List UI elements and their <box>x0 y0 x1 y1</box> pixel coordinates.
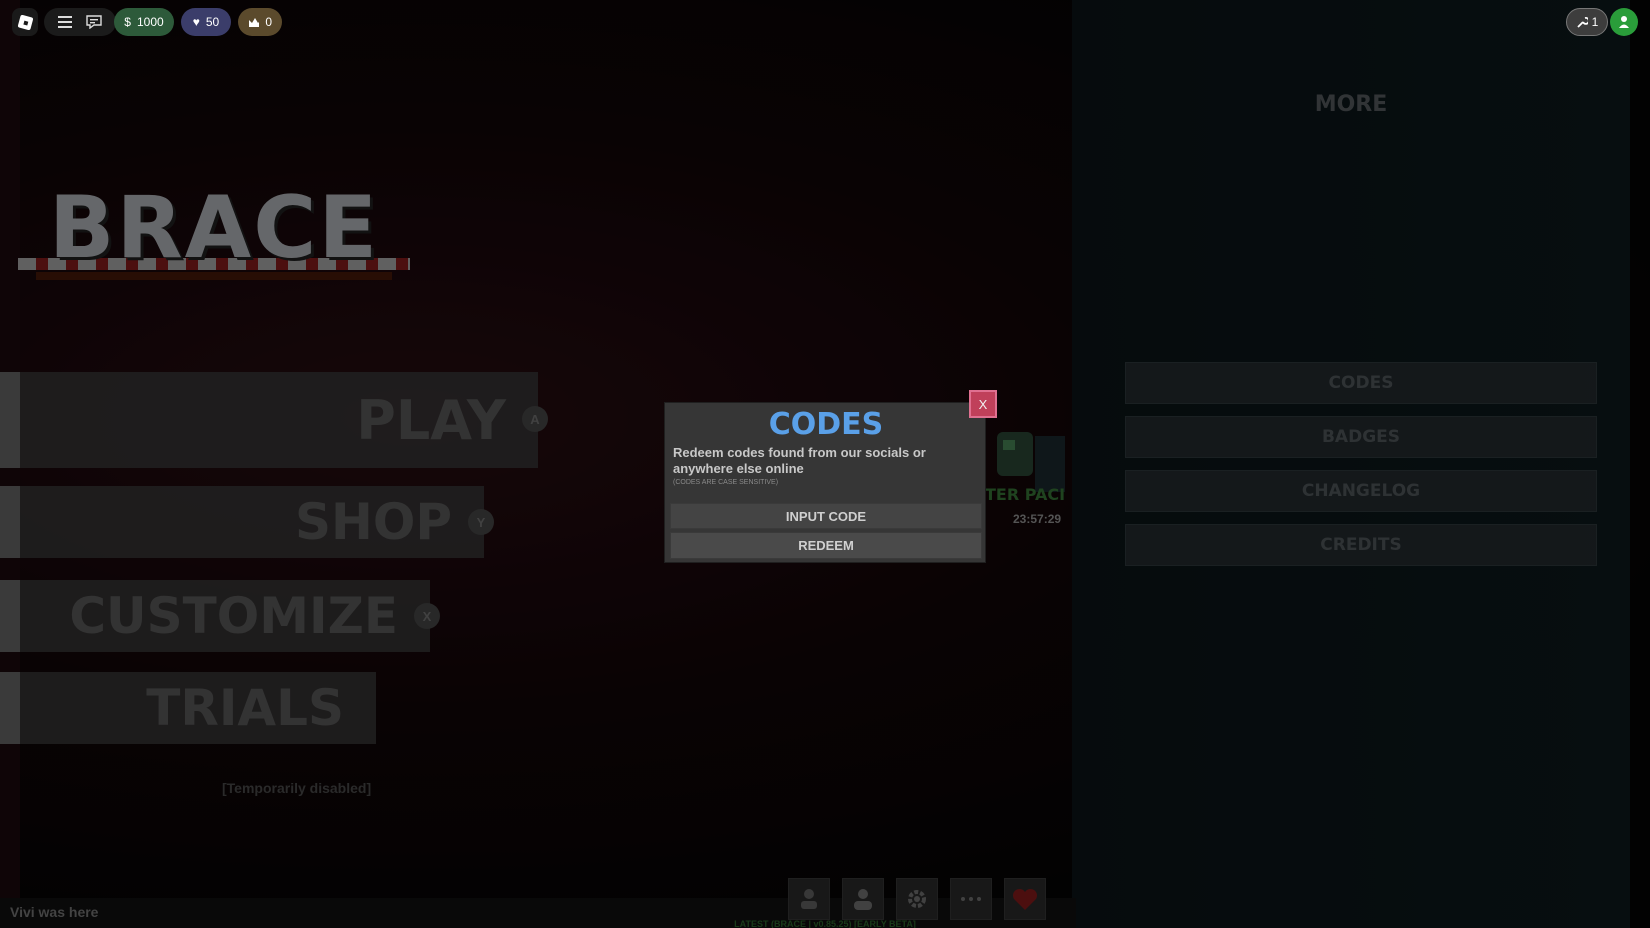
crown-value: 0 <box>265 15 272 29</box>
chat-icon[interactable] <box>86 15 102 29</box>
crown-counter: 0 <box>238 8 282 36</box>
close-modal-button[interactable]: X <box>969 390 997 418</box>
roblox-topbar: $ 1000 ♥ 50 0 1 <box>12 8 1638 36</box>
crown-icon <box>249 17 260 27</box>
menu-chat-group <box>44 8 116 36</box>
cash-value: 1000 <box>136 15 164 29</box>
gem-counter: ♥ 50 <box>181 8 231 36</box>
codes-modal-description: Redeem codes found from our socials or a… <box>673 445 926 476</box>
code-input[interactable] <box>670 503 982 529</box>
avatar-icon <box>1619 16 1629 28</box>
gem-value: 50 <box>205 15 220 29</box>
wrench-button[interactable]: 1 <box>1566 8 1608 36</box>
codes-modal-title: CODES <box>768 407 884 442</box>
hamburger-menu-icon[interactable] <box>58 16 72 28</box>
gem-heart-icon: ♥ <box>192 15 200 29</box>
roblox-menu-button[interactable] <box>12 8 38 36</box>
codes-modal: CODES Redeem codes found from our social… <box>664 402 986 563</box>
wrench-icon <box>1577 17 1588 28</box>
cash-counter: $ 1000 <box>114 8 174 36</box>
roblox-logo-icon <box>17 14 33 30</box>
wrench-count: 1 <box>1591 15 1599 29</box>
codes-modal-note: (CODES ARE CASE SENSITIVE) <box>673 479 779 486</box>
game-screen: BRACE PLAY A SHOP Y CUSTOMIZE X TRIALS [… <box>0 0 1650 928</box>
avatar-button[interactable] <box>1610 8 1638 36</box>
dollar-icon: $ <box>124 15 131 29</box>
redeem-button[interactable]: REDEEM <box>670 532 982 559</box>
